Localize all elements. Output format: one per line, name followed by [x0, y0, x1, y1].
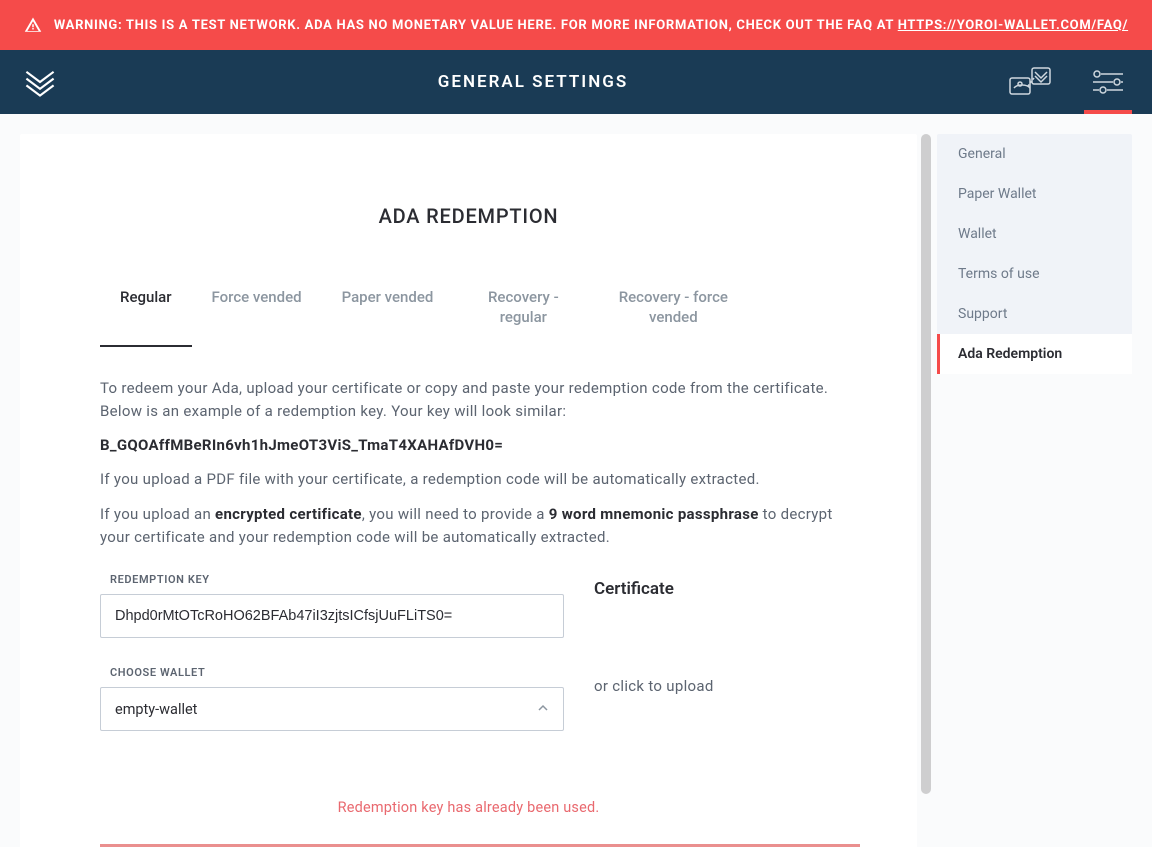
choose-wallet-block: CHOOSE WALLET empty-wallet — [100, 666, 564, 731]
sidebar-item-terms[interactable]: Terms of use — [937, 254, 1132, 294]
scrollbar-thumb[interactable] — [921, 134, 931, 794]
certificate-title: Certificate — [594, 579, 837, 599]
p3-c: , you will need to provide a — [362, 505, 549, 523]
choose-wallet-value: empty-wallet — [115, 701, 197, 718]
instruction-p3: If you upload an encrypted certificate, … — [100, 503, 837, 550]
certificate-upload-zone[interactable]: Certificate or click to upload — [594, 573, 837, 759]
redemption-key-input[interactable] — [100, 594, 564, 638]
tab-paper-vended[interactable]: Paper vended — [322, 278, 454, 347]
banner-text: WARNING: THIS IS A TEST NETWORK. ADA HAS… — [54, 18, 1128, 33]
content-column: ADA REDEMPTION Regular Force vended Pape… — [0, 114, 937, 847]
chevron-up-icon — [537, 701, 549, 718]
body: ADA REDEMPTION Regular Force vended Pape… — [0, 114, 1152, 847]
sidebar-item-ada-redemption[interactable]: Ada Redemption — [937, 334, 1132, 374]
tab-recovery-regular[interactable]: Recovery - regular — [453, 278, 593, 347]
form-left: REDEMPTION KEY CHOOSE WALLET empty-walle… — [100, 573, 564, 759]
banner-faq-link[interactable]: HTTPS://YOROI-WALLET.COM/FAQ/ — [898, 18, 1128, 33]
wallets-icon[interactable] — [1006, 58, 1054, 106]
card-title: ADA REDEMPTION — [100, 204, 837, 228]
instruction-p1: To redeem your Ada, upload your certific… — [100, 377, 837, 424]
certificate-hint: or click to upload — [594, 677, 837, 695]
sidebar-item-general[interactable]: General — [937, 134, 1132, 174]
sidebar-list: General Paper Wallet Wallet Terms of use… — [937, 134, 1132, 374]
example-key: B_GQOAffMBeRIn6vh1hJmeOT3ViS_TmaT4XAHAfD… — [100, 436, 837, 454]
settings-icon[interactable] — [1084, 58, 1132, 106]
choose-wallet-select[interactable]: empty-wallet — [100, 687, 564, 731]
error-message: Redemption key has already been used. — [100, 799, 837, 816]
warning-icon — [24, 16, 42, 34]
settings-card: ADA REDEMPTION Regular Force vended Pape… — [20, 134, 917, 847]
header-actions — [1006, 58, 1132, 106]
p3-d: 9 word mnemonic passphrase — [549, 505, 759, 523]
tab-regular[interactable]: Regular — [100, 278, 192, 347]
tab-recovery-force-vended[interactable]: Recovery - force vended — [593, 278, 753, 347]
redemption-key-block: REDEMPTION KEY — [100, 573, 564, 638]
sidebar-item-support[interactable]: Support — [937, 294, 1132, 334]
instruction-p2: If you upload a PDF file with your certi… — [100, 468, 837, 491]
yoroi-logo-icon[interactable] — [20, 62, 60, 102]
banner-prefix: WARNING: THIS IS A TEST NETWORK. ADA HAS… — [54, 18, 898, 33]
settings-sidebar: General Paper Wallet Wallet Terms of use… — [937, 114, 1152, 847]
sidebar-item-paper-wallet[interactable]: Paper Wallet — [937, 174, 1132, 214]
tab-force-vended[interactable]: Force vended — [192, 278, 322, 347]
p3-a: If you upload an — [100, 505, 215, 523]
form-row: REDEMPTION KEY CHOOSE WALLET empty-walle… — [100, 573, 837, 759]
warning-banner: WARNING: THIS IS A TEST NETWORK. ADA HAS… — [0, 0, 1152, 50]
redemption-tabs: Regular Force vended Paper vended Recove… — [100, 278, 837, 347]
sidebar-item-wallet[interactable]: Wallet — [937, 214, 1132, 254]
page-title: GENERAL SETTINGS — [438, 72, 628, 92]
p3-b: encrypted certificate — [215, 505, 362, 523]
redemption-key-label: REDEMPTION KEY — [110, 573, 564, 586]
app-header: GENERAL SETTINGS — [0, 50, 1152, 114]
choose-wallet-label: CHOOSE WALLET — [110, 666, 564, 679]
